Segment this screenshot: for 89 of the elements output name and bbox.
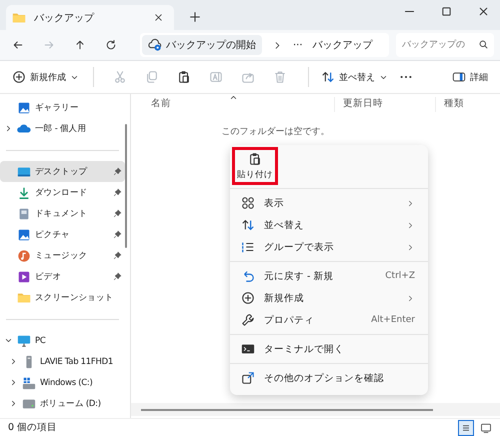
item-count: 0 個の項目 bbox=[8, 421, 58, 434]
breadcrumb-overflow[interactable]: ··· bbox=[293, 40, 303, 50]
refresh-icon[interactable] bbox=[105, 39, 117, 51]
paste-button[interactable]: 貼り付け bbox=[232, 147, 278, 185]
new-button[interactable]: 新規作成 bbox=[10, 66, 81, 88]
menu-item-label: グループで表示 bbox=[264, 240, 335, 254]
terminal-icon bbox=[241, 342, 255, 356]
details-button[interactable]: 詳細 bbox=[450, 66, 490, 88]
music-icon bbox=[17, 248, 31, 262]
menu-item-label: 並べ替え bbox=[264, 218, 305, 232]
menu-item[interactable]: ターミナルで開く bbox=[230, 338, 428, 360]
sort-icon bbox=[241, 218, 255, 232]
address-bar[interactable]: バックアップの開始 ··· バックアップ bbox=[140, 33, 389, 57]
sort-icon bbox=[321, 70, 335, 84]
details-view-icon[interactable] bbox=[458, 420, 474, 436]
clipboard-icon bbox=[248, 152, 262, 166]
scrollbar[interactable] bbox=[141, 408, 433, 410]
menu-item-label: ターミナルで開く bbox=[264, 342, 345, 356]
shortcut-label: Alt+Enter bbox=[371, 315, 415, 325]
drive-icon bbox=[22, 396, 36, 410]
menu-item[interactable]: 並べ替え bbox=[230, 214, 428, 236]
folder-icon bbox=[12, 10, 26, 24]
folder-icon bbox=[17, 290, 31, 304]
tab-title: バックアップ bbox=[34, 12, 96, 24]
folder-tab[interactable]: バックアップ bbox=[6, 5, 174, 30]
sidebar-item[interactable]: ピクチャ bbox=[0, 224, 125, 245]
search-icon[interactable] bbox=[478, 39, 489, 50]
scrollbar[interactable] bbox=[125, 124, 127, 248]
chevron-down-icon[interactable] bbox=[4, 336, 13, 345]
sidebar-item[interactable]: PC bbox=[0, 330, 125, 351]
panel-icon bbox=[452, 70, 466, 84]
wrench-icon bbox=[241, 313, 255, 327]
plus-circle-icon bbox=[241, 291, 255, 305]
close-icon[interactable] bbox=[477, 5, 490, 18]
chevron-right-icon[interactable] bbox=[9, 357, 18, 366]
menu-item[interactable]: 新規作成 bbox=[230, 287, 428, 309]
cloud-icon bbox=[17, 122, 31, 136]
video-icon bbox=[17, 270, 31, 284]
clipboard-icon[interactable] bbox=[177, 70, 191, 84]
menu-item-label: 新規作成 bbox=[264, 292, 305, 304]
sidebar-item[interactable]: LAVIE Tab 11FHD1 bbox=[0, 351, 125, 372]
menu-item-label: 表示 bbox=[264, 196, 285, 210]
picture-icon bbox=[17, 228, 31, 242]
drive-icon bbox=[22, 376, 36, 390]
sidebar-item[interactable]: ミュージック bbox=[0, 245, 125, 266]
undo-icon bbox=[241, 269, 255, 283]
grid-icon bbox=[241, 196, 255, 210]
menu-item[interactable]: 表示 bbox=[230, 192, 428, 214]
sidebar-item[interactable]: ダウンロード bbox=[0, 182, 125, 203]
external-icon bbox=[241, 371, 255, 385]
chevron-right-icon[interactable] bbox=[9, 378, 18, 387]
list-icon bbox=[241, 240, 255, 254]
sidebar-item[interactable]: Windows (C:) bbox=[0, 372, 125, 393]
sidebar-item[interactable]: デスクトップ bbox=[0, 161, 125, 182]
chevron-right-icon[interactable] bbox=[9, 399, 18, 408]
sidebar-item[interactable]: ギャラリー bbox=[0, 97, 125, 118]
shortcut-label: Ctrl+Z bbox=[385, 271, 415, 281]
empty-folder-message: このフォルダーは空です。 bbox=[220, 126, 330, 138]
column-header[interactable]: 種類 bbox=[436, 97, 500, 112]
menu-item[interactable]: その他のオプションを確認 bbox=[230, 367, 428, 389]
sort-button[interactable]: 並べ替え bbox=[319, 66, 390, 88]
download-icon bbox=[17, 186, 31, 200]
close-icon[interactable] bbox=[153, 12, 164, 23]
menu-item-label: プロパティ bbox=[264, 314, 315, 326]
new-tab-icon[interactable] bbox=[188, 10, 202, 24]
sidebar-item[interactable]: 一郎 - 個人用 bbox=[0, 118, 125, 139]
sidebar-item[interactable]: ビデオ bbox=[0, 266, 125, 287]
maximize-icon[interactable] bbox=[440, 5, 453, 18]
plus-circle-icon bbox=[12, 70, 26, 84]
menu-item[interactable]: グループで表示 bbox=[230, 236, 428, 258]
up-arrow-icon[interactable] bbox=[74, 39, 86, 51]
column-header[interactable]: 更新日時 bbox=[335, 97, 436, 112]
document-icon bbox=[17, 206, 31, 220]
menu-item-label: その他のオプションを確認 bbox=[264, 372, 385, 384]
breadcrumb-item[interactable]: バックアップ bbox=[312, 38, 373, 52]
desktop-icon bbox=[17, 164, 31, 178]
menu-item-label: 元に戻す - 新規 bbox=[264, 270, 334, 282]
back-arrow-icon[interactable] bbox=[12, 39, 24, 51]
picture-icon bbox=[17, 100, 31, 114]
column-header[interactable]: 名前 bbox=[131, 97, 335, 112]
menu-item[interactable]: プロパティ Alt+Enter bbox=[230, 309, 428, 331]
sidebar-item[interactable]: ボリューム (D:) bbox=[0, 393, 125, 414]
sidebar-item[interactable]: ドキュメント bbox=[0, 203, 125, 224]
search-field[interactable]: バックアップの bbox=[396, 33, 494, 57]
computer-icon bbox=[17, 334, 31, 348]
sidebar-item[interactable]: スクリーンショット bbox=[0, 287, 125, 308]
menu-item[interactable]: 元に戻す - 新規 Ctrl+Z bbox=[230, 265, 428, 287]
chevron-right-icon[interactable] bbox=[4, 124, 13, 133]
cloud-icon bbox=[148, 38, 162, 52]
